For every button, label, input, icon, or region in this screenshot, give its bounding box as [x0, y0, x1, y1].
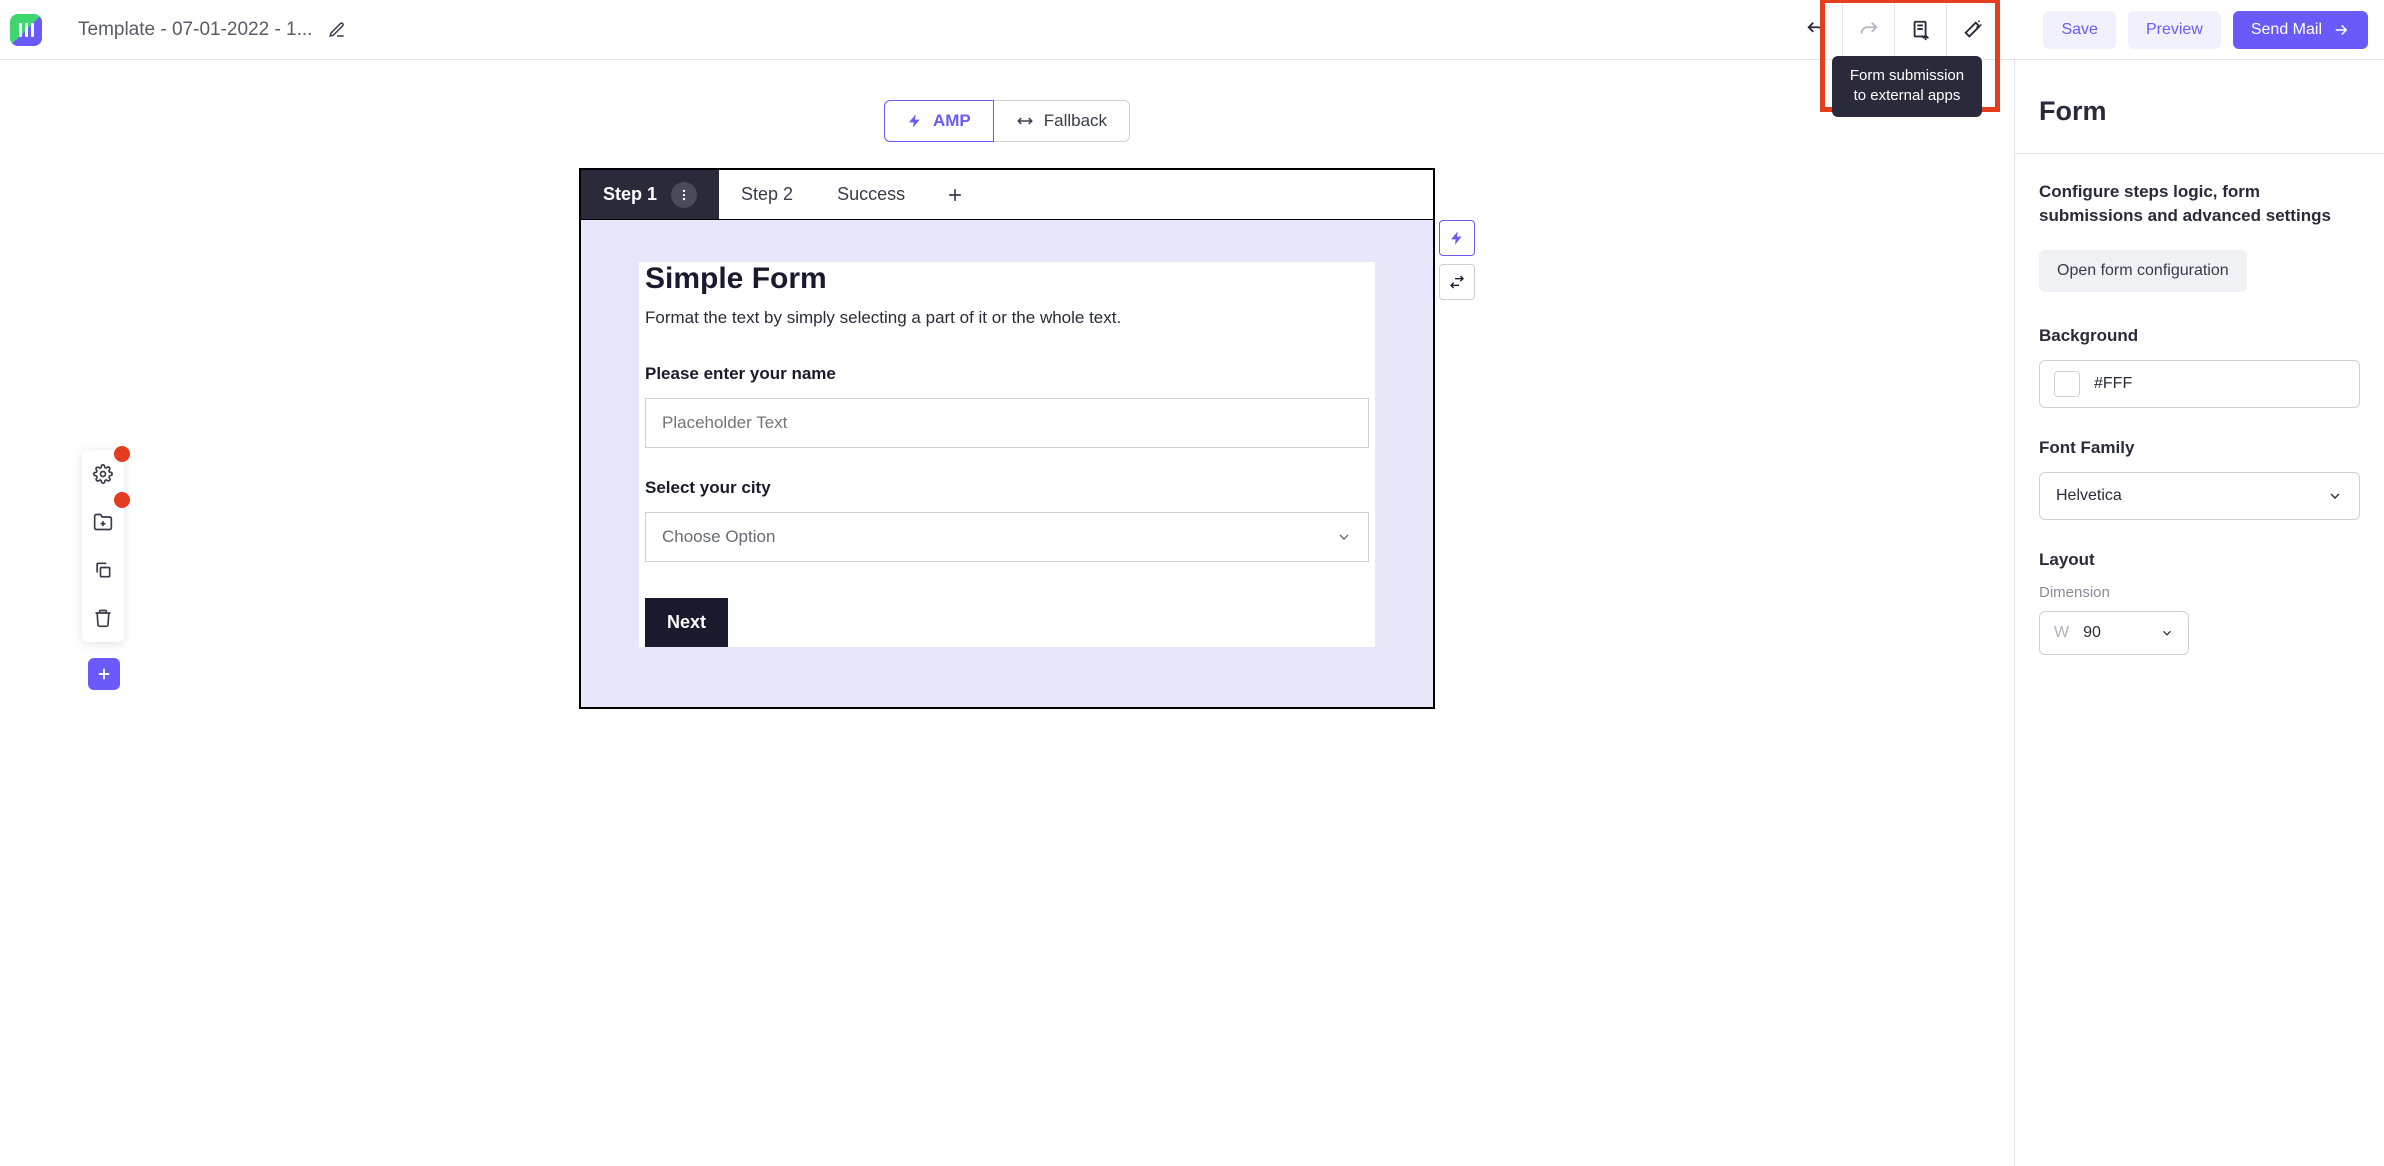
form-body: Simple Form Format the text by simply se… — [581, 220, 1433, 707]
amp-badge[interactable] — [1439, 220, 1475, 256]
app-logo[interactable] — [10, 14, 42, 46]
gear-icon — [93, 464, 113, 484]
form-submission-button[interactable] — [1894, 0, 1946, 60]
fallback-mode-button[interactable]: Fallback — [994, 100, 1130, 142]
form-title[interactable]: Simple Form — [645, 262, 1369, 296]
swap-badge[interactable] — [1439, 264, 1475, 300]
bolt-icon — [1449, 230, 1465, 246]
folder-plus-icon — [93, 512, 113, 532]
main: AMP Fallback — [0, 60, 2384, 1166]
notification-dot — [114, 446, 130, 462]
undo-button[interactable] — [1790, 0, 1842, 60]
right-panel: Form Configure steps logic, form submiss… — [2014, 60, 2384, 1166]
send-mail-label: Send Mail — [2251, 21, 2322, 39]
copy-tool[interactable] — [82, 546, 124, 594]
city-select[interactable]: Choose Option — [645, 512, 1369, 562]
chevron-down-icon — [1336, 529, 1352, 545]
edit-icon[interactable] — [328, 21, 346, 39]
settings-tool[interactable] — [82, 450, 124, 498]
layout-label: Layout — [2039, 550, 2360, 570]
background-label: Background — [2039, 326, 2360, 346]
canvas-area: AMP Fallback — [0, 60, 2014, 1166]
copy-icon — [93, 560, 113, 580]
topbar: Template - 07-01-2022 - 1... Form submis… — [0, 0, 2384, 60]
open-config-button[interactable]: Open form configuration — [2039, 250, 2247, 292]
step-menu-icon[interactable] — [671, 182, 697, 208]
topbar-tools — [1790, 0, 1998, 60]
template-title-wrap: Template - 07-01-2022 - 1... — [78, 19, 346, 41]
dimension-label: Dimension — [2039, 584, 2360, 601]
next-button[interactable]: Next — [645, 598, 728, 647]
panel-description: Configure steps logic, form submissions … — [2039, 180, 2360, 228]
send-mail-button[interactable]: Send Mail — [2233, 11, 2368, 49]
step-tabs: Step 1 Step 2 Success — [581, 170, 1433, 220]
left-toolbar — [82, 450, 124, 642]
city-field-label[interactable]: Select your city — [645, 478, 1369, 498]
dimension-input[interactable]: W 90 — [2039, 611, 2189, 655]
font-value: Helvetica — [2056, 487, 2122, 505]
chevron-down-icon — [2160, 626, 2174, 640]
name-input[interactable] — [645, 398, 1369, 448]
font-family-select[interactable]: Helvetica — [2039, 472, 2360, 520]
color-value: #FFF — [2094, 375, 2132, 393]
notification-dot — [114, 492, 130, 508]
tooltip-form-submission: Form submission to external apps — [1832, 56, 1982, 117]
step-tab-success[interactable]: Success — [815, 170, 927, 219]
mode-toggle: AMP Fallback — [0, 100, 2014, 142]
color-swatch — [2054, 371, 2080, 397]
arrow-right-icon — [2332, 21, 2350, 39]
trash-icon — [93, 608, 113, 628]
add-step-button[interactable] — [927, 185, 983, 205]
panel-body: Configure steps logic, form submissions … — [2015, 154, 2384, 681]
save-button[interactable]: Save — [2043, 11, 2115, 49]
template-name: Template - 07-01-2022 - 1... — [78, 19, 312, 41]
dimension-prefix: W — [2054, 624, 2069, 642]
bolt-icon — [907, 113, 923, 129]
step-tab-1[interactable]: Step 1 — [581, 170, 719, 219]
side-badges — [1439, 220, 1475, 300]
form-container: Step 1 Step 2 Success Simple Form Format… — [579, 168, 1435, 709]
amp-mode-button[interactable]: AMP — [884, 100, 994, 142]
plus-icon — [945, 185, 965, 205]
form-card: Simple Form Format the text by simply se… — [639, 262, 1375, 647]
background-color-input[interactable]: #FFF — [2039, 360, 2360, 408]
font-family-label: Font Family — [2039, 438, 2360, 458]
form-description[interactable]: Format the text by simply selecting a pa… — [645, 308, 1369, 328]
dimension-value: 90 — [2083, 624, 2101, 642]
delete-tool[interactable] — [82, 594, 124, 642]
step1-label: Step 1 — [603, 184, 657, 205]
panel-title: Form — [2015, 60, 2384, 154]
swap-icon — [1016, 112, 1034, 130]
plus-icon — [95, 665, 113, 683]
add-block-button[interactable] — [88, 658, 120, 690]
preview-button[interactable]: Preview — [2128, 11, 2221, 49]
step-tab-2[interactable]: Step 2 — [719, 170, 815, 219]
redo-button[interactable] — [1842, 0, 1894, 60]
fallback-label: Fallback — [1044, 111, 1107, 131]
name-field-label[interactable]: Please enter your name — [645, 364, 1369, 384]
amp-label: AMP — [933, 111, 971, 131]
magic-wand-button[interactable] — [1946, 0, 1998, 60]
chevron-down-icon — [2327, 488, 2343, 504]
city-placeholder: Choose Option — [662, 527, 775, 547]
swap-icon — [1449, 274, 1465, 290]
add-folder-tool[interactable] — [82, 498, 124, 546]
topbar-actions: Save Preview Send Mail — [2043, 11, 2368, 49]
